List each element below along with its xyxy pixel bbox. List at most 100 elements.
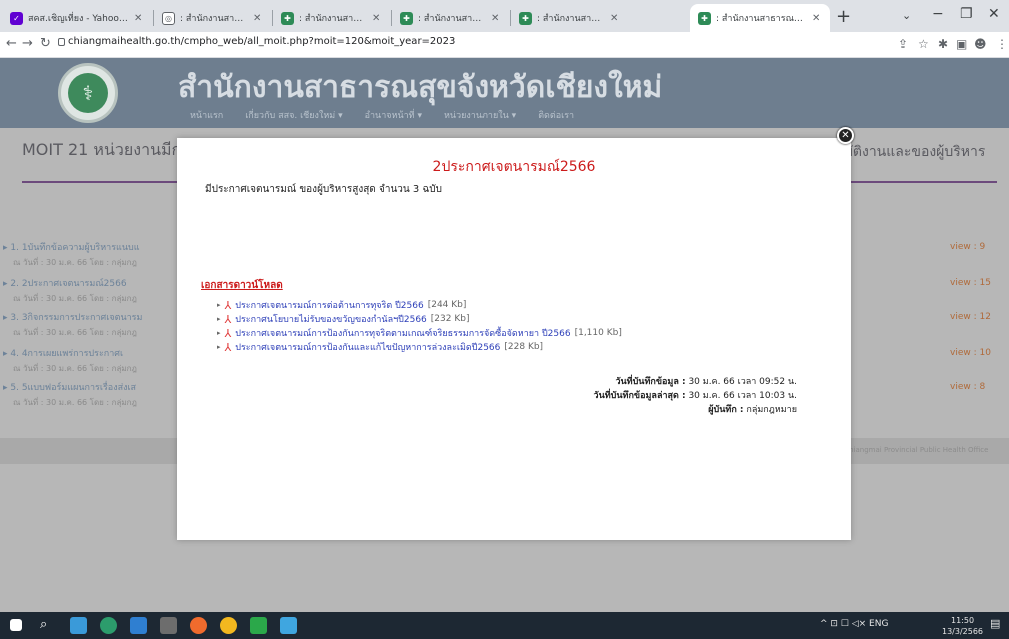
list-item[interactable]: ▸ 4. 4การเผยแพร่การประกาศเณ วันที่ : 30 …: [3, 346, 137, 375]
new-tab-button[interactable]: +: [836, 6, 851, 27]
edge-icon[interactable]: [100, 617, 117, 634]
modal-close-button[interactable]: ✕: [837, 127, 854, 144]
photos-icon[interactable]: [280, 617, 297, 634]
nav-about[interactable]: เกี่ยวกับ สสจ. เชียงใหม่ ▾: [245, 108, 342, 122]
bullet-icon: ▸: [217, 315, 221, 323]
page-heading-tail: บัติงานและของผู้บริหาร: [844, 144, 986, 160]
view-count: view : 8: [950, 382, 986, 392]
bullet-icon: ▸: [217, 343, 221, 351]
view-count: view : 10: [950, 348, 991, 358]
site-icon: ✚: [281, 11, 294, 25]
page-heading: MOIT 21 หน่วยงานมีก: [22, 140, 182, 159]
close-tab-icon[interactable]: ✕: [491, 13, 501, 24]
back-icon[interactable]: ←: [6, 36, 17, 51]
list-item[interactable]: ▸ 5. 5แบบฟอร์มแผนการเรื่องส่งเสณ วันที่ …: [3, 380, 137, 409]
lock-icon: [58, 38, 65, 46]
bullet-icon: ▸: [217, 301, 221, 309]
line-icon[interactable]: [250, 617, 267, 634]
search-icon[interactable]: ⌕: [40, 617, 57, 634]
view-count: view : 12: [950, 312, 991, 322]
view-count: view : 15: [950, 278, 991, 288]
nav-contact[interactable]: ติดต่อเรา: [538, 108, 574, 122]
tab-title: : สำนักงานสาธารณสุขจังหวัด: [299, 14, 367, 24]
downloads-heading: เอกสารดาวน์โหลด: [201, 280, 283, 291]
chrome-icon[interactable]: [220, 617, 237, 634]
nav-departments[interactable]: หน่วยงานภายใน ▾: [444, 108, 516, 122]
share-icon[interactable]: ⇪: [898, 37, 908, 51]
browser-tab[interactable]: ◎ : สำนักงานสาธารณสุขจังหวัด ✕: [154, 4, 271, 32]
tab-title: : สำนักงานสาธารณสุขจังหวัด: [537, 14, 605, 24]
close-tab-icon[interactable]: ✕: [134, 13, 144, 24]
task-view-icon[interactable]: [70, 617, 87, 634]
document-link[interactable]: ▸ ⅄ ประกาศเจตนารมณ์การต่อต้านการทุจริต ป…: [217, 298, 466, 312]
bookmark-star-icon[interactable]: ☆: [918, 37, 929, 51]
browser-tab[interactable]: ✚ : สำนักงานสาธารณสุขจังหวัด ✕: [273, 4, 390, 32]
notifications-icon[interactable]: ▤: [990, 617, 1000, 630]
view-count: view : 9: [950, 242, 986, 252]
pdf-icon: ⅄: [224, 312, 232, 326]
system-tray[interactable]: ^ ⊡ ☐ ◁× ENG: [820, 619, 888, 629]
close-tab-icon[interactable]: ✕: [253, 13, 263, 24]
tab-title: : สำนักงานสาธารณสุขจังหวัด: [180, 14, 248, 24]
globe-icon: ◎: [162, 11, 175, 25]
nav-authority[interactable]: อำนาจหน้าที่ ▾: [365, 108, 422, 122]
taskbar: ⌕ ^ ⊡ ☐ ◁× ENG 11:50 13/3/2566 ▤: [0, 612, 1009, 639]
browser-tab-strip: ✓ สคส.เชิญเที่ยง - Yahoo เมล์ ✕ ◎ : สำนั…: [0, 0, 1009, 32]
list-item[interactable]: ▸ 3. 3กิจกรรมการประกาศเจตนารมณ วันที่ : …: [3, 310, 142, 339]
footer-copyright: © Chiangmai Provincial Public Health Off…: [835, 446, 989, 454]
site-header: ⚕ สำนักงานสาธารณสุขจังหวัดเชียงใหม่ หน้า…: [0, 58, 1009, 128]
tab-search-icon[interactable]: ⌄: [902, 9, 911, 22]
profile-icon[interactable]: ☻: [974, 37, 987, 51]
browser-tab[interactable]: ✚ : สำนักงานสาธารณสุขจังหวัด ✕: [392, 4, 509, 32]
close-tab-icon[interactable]: ✕: [610, 13, 620, 24]
list-item[interactable]: ▸ 1. 1บันทึกข้อความผู้บริหารแนบแณ วันที่…: [3, 240, 140, 269]
mail-icon[interactable]: [130, 617, 147, 634]
menu-icon[interactable]: ⋮: [996, 37, 1008, 51]
tab-title: สคส.เชิญเที่ยง - Yahoo เมล์: [28, 14, 129, 24]
reload-icon[interactable]: ↻: [40, 36, 51, 51]
bullet-icon: ▸: [217, 329, 221, 337]
list-item[interactable]: ▸ 2. 2ประกาศเจตนารมณ์2566 ณ วันที่ : 30 ม…: [3, 276, 137, 305]
modal-title: 2ประกาศเจตนารมณ์2566: [432, 159, 596, 175]
minimize-icon[interactable]: −: [932, 6, 944, 22]
site-icon: ✚: [400, 11, 413, 25]
browser-tab[interactable]: ✓ สคส.เชิญเที่ยง - Yahoo เมล์ ✕: [2, 4, 152, 32]
heading-divider: [851, 181, 997, 183]
document-modal: 2ประกาศเจตนารมณ์2566 มีประกาศเจตนารมณ์ ข…: [177, 138, 851, 540]
document-link[interactable]: ▸ ⅄ ประกาศนโยบายไม่รับของขวัญของกำนัลฯปี…: [217, 312, 469, 326]
heading-divider: [22, 181, 177, 183]
caduceus-icon: ⚕: [68, 73, 108, 113]
updated-date: วันที่บันทึกข้อมูลล่าสุด : 30 ม.ค. 66 เว…: [593, 391, 797, 401]
recorded-by: ผู้บันทึก : กลุ่มกฎหมาย: [708, 405, 797, 415]
browser-toolbar: ← → ↻ chiangmaihealth.go.th/cmpho_web/al…: [0, 32, 1009, 58]
forward-icon[interactable]: →: [22, 36, 33, 51]
tab-title: : สำนักงานสาธารณสุขจังหวัด: [716, 14, 807, 24]
document-link[interactable]: ▸ ⅄ ประกาศเจตนารมณ์การป้องกันการทุจริตตา…: [217, 326, 622, 340]
document-link[interactable]: ▸ ⅄ ประกาศเจตนารมณ์การป้องกันและแก้ไขปัญ…: [217, 340, 543, 354]
nav-home[interactable]: หน้าแรก: [190, 108, 223, 122]
sidepanel-icon[interactable]: ▣: [956, 37, 967, 51]
site-logo[interactable]: ⚕: [58, 63, 118, 123]
close-tab-icon[interactable]: ✕: [812, 13, 822, 24]
pdf-icon: ⅄: [224, 340, 232, 354]
clock[interactable]: 11:50 13/3/2566: [942, 615, 983, 637]
site-nav: หน้าแรก เกี่ยวกับ สสจ. เชียงใหม่ ▾ อำนาจ…: [190, 108, 574, 122]
modal-description: มีประกาศเจตนารมณ์ ของผู้บริหารสูงสุด จำน…: [205, 184, 442, 195]
pdf-icon: ⅄: [224, 326, 232, 340]
close-window-icon[interactable]: ✕: [988, 6, 1000, 22]
site-title: สำนักงานสาธารณสุขจังหวัดเชียงใหม่: [178, 70, 663, 105]
store-icon[interactable]: [160, 617, 177, 634]
extensions-icon[interactable]: ✱: [938, 37, 948, 51]
address-bar[interactable]: chiangmaihealth.go.th/cmpho_web/all_moit…: [68, 36, 455, 47]
tab-title: : สำนักงานสาธารณสุขจังหวัด: [418, 14, 486, 24]
maximize-icon[interactable]: ❐: [960, 6, 973, 22]
recorded-date: วันที่บันทึกข้อมูล : 30 ม.ค. 66 เวลา 09:…: [615, 377, 797, 387]
close-tab-icon[interactable]: ✕: [372, 13, 382, 24]
yahoo-mail-icon: ✓: [10, 11, 23, 25]
windows-start-icon[interactable]: [10, 619, 22, 631]
browser-tab[interactable]: ✚ : สำนักงานสาธารณสุขจังหวัด ✕: [511, 4, 628, 32]
app-icon[interactable]: [190, 617, 207, 634]
browser-tab-active[interactable]: ✚ : สำนักงานสาธารณสุขจังหวัด ✕: [690, 4, 830, 32]
site-icon: ✚: [519, 11, 532, 25]
pdf-icon: ⅄: [224, 298, 232, 312]
